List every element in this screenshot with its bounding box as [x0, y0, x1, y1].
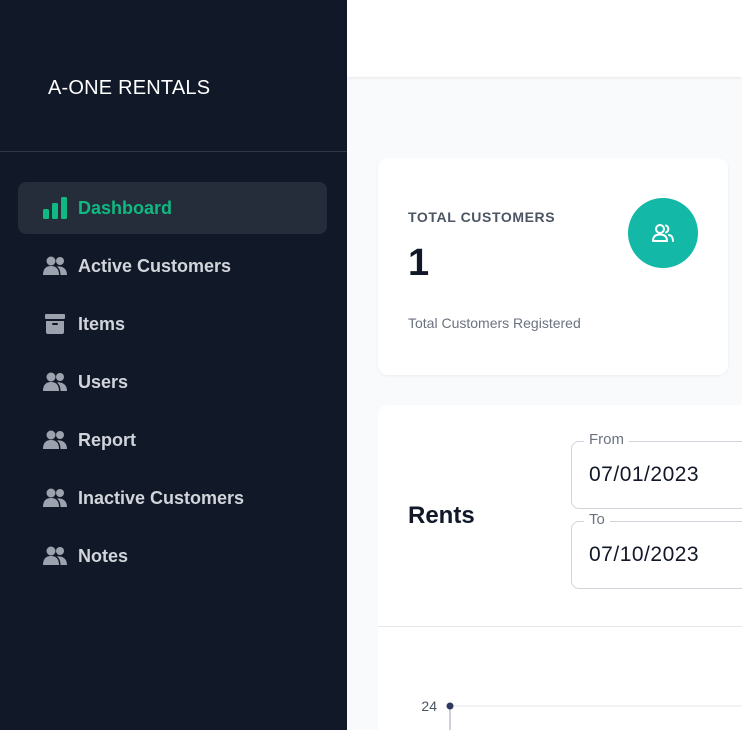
panel-title: Rents [408, 502, 475, 529]
sidebar-item-label: Report [78, 430, 136, 450]
rents-chart: 24 [421, 698, 742, 730]
users-icon [43, 487, 67, 509]
sidebar-item-users[interactable]: Users [18, 356, 327, 408]
card-caption: Total Customers Registered [408, 315, 581, 331]
sidebar: A-ONE RENTALS Dashboard Active Customers… [0, 0, 347, 730]
archive-box-icon [43, 313, 67, 335]
users-icon [43, 545, 67, 567]
users-icon [43, 429, 67, 451]
sidebar-item-label: Notes [78, 546, 129, 566]
sidebar-item-dashboard[interactable]: Dashboard [18, 182, 327, 234]
sidebar-item-active-customers[interactable]: Active Customers [18, 240, 327, 292]
top-bar [347, 0, 742, 77]
card-label: TOTAL CUSTOMERS [408, 209, 556, 225]
rents-panel: Rents From 07/01/2023 To 07/10/2023 [378, 405, 742, 730]
card-value: 1 [408, 242, 430, 284]
to-date-value: 07/10/2023 [589, 543, 700, 566]
sidebar-nav: Dashboard Active Customers Items Users R… [18, 182, 327, 588]
sidebar-item-label: Users [78, 372, 129, 392]
to-date-field[interactable]: To 07/10/2023 [571, 511, 742, 589]
panel-divider [378, 626, 742, 627]
chart-point [446, 702, 454, 710]
sidebar-item-label: Items [78, 314, 126, 334]
chart-y-tick-label: 24 [421, 698, 437, 714]
from-date-value: 07/01/2023 [589, 463, 700, 486]
users-icon [43, 371, 67, 393]
sidebar-item-report[interactable]: Report [18, 414, 327, 466]
users-icon [43, 255, 67, 277]
sidebar-item-label: Dashboard [78, 198, 173, 218]
from-date-label: From [584, 431, 629, 448]
total-customers-card: TOTAL CUSTOMERS 1 Total Customers Regist… [378, 158, 728, 375]
to-date-label: To [584, 511, 610, 528]
from-date-field[interactable]: From 07/01/2023 [571, 431, 742, 509]
sidebar-divider [0, 151, 347, 152]
sidebar-item-items[interactable]: Items [18, 298, 327, 350]
brand-title: A-ONE RENTALS [48, 77, 211, 99]
sidebar-item-label: Active Customers [78, 256, 232, 276]
sidebar-item-label: Inactive Customers [78, 488, 245, 508]
sidebar-item-inactive-customers[interactable]: Inactive Customers [18, 472, 327, 524]
bar-chart-icon [43, 197, 67, 219]
sidebar-item-notes[interactable]: Notes [18, 530, 327, 582]
users-icon [628, 198, 698, 268]
